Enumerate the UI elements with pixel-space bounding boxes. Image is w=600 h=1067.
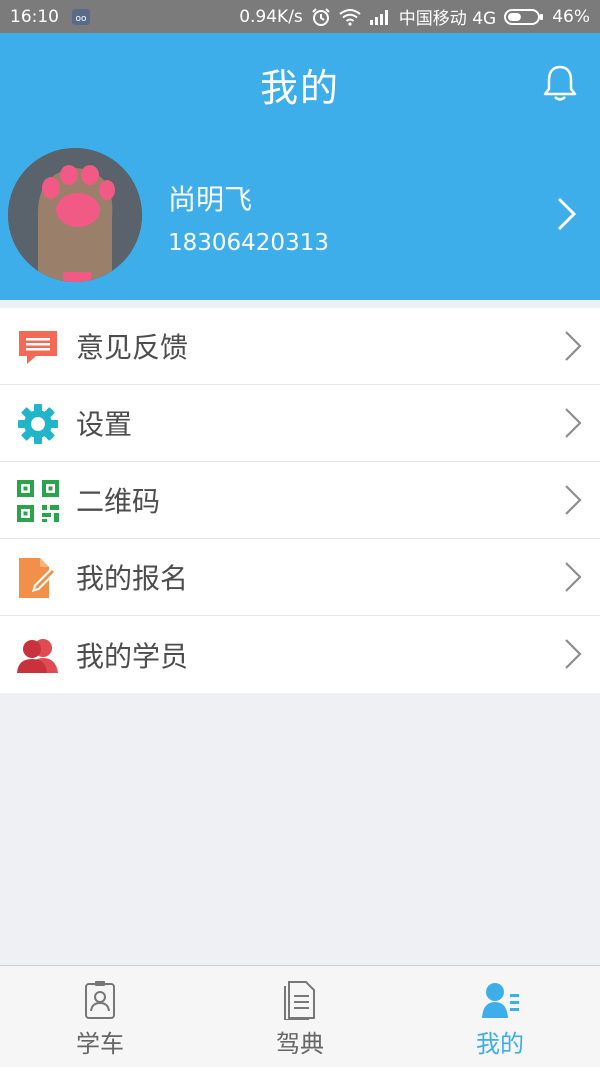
gear-icon	[16, 402, 60, 446]
bell-icon[interactable]	[542, 63, 578, 103]
students-icon	[16, 633, 60, 677]
svg-text:oo: oo	[75, 14, 87, 24]
chevron-right-icon	[564, 484, 582, 516]
tab-driving-guide[interactable]: 驾典	[200, 966, 400, 1067]
id-card-icon	[85, 981, 115, 1019]
net-speed: 0.94K/s	[239, 6, 303, 27]
menu-item-my-students[interactable]: 我的学员	[0, 616, 600, 693]
profile-row[interactable]: 尚明飞 18306420313	[0, 148, 600, 284]
status-time: 16:10	[10, 6, 59, 27]
page-title: 我的	[259, 66, 340, 110]
chevron-right-icon	[556, 196, 578, 232]
edit-form-icon	[16, 556, 60, 600]
menu-item-qr-code[interactable]: 二维码	[0, 462, 600, 539]
status-bar: 16:10 oo 0.94K/s 中国移动 4G 46%	[0, 0, 600, 33]
carrier-label: 中国移动 4G	[398, 9, 497, 29]
signal-icon	[369, 9, 391, 25]
avatar[interactable]	[8, 148, 142, 282]
menu-item-my-registration[interactable]: 我的报名	[0, 539, 600, 616]
user-name: 尚明飞	[168, 183, 253, 216]
bottom-navigation: 学车 驾典 我的	[0, 965, 600, 1067]
battery-icon	[504, 8, 544, 26]
user-phone: 18306420313	[168, 230, 329, 256]
menu-item-label: 我的报名	[76, 562, 189, 595]
tab-label: 学车	[76, 1030, 124, 1058]
tab-label: 驾典	[276, 1030, 324, 1058]
qr-code-icon	[16, 479, 60, 523]
chevron-right-icon	[564, 330, 582, 362]
menu-item-label: 意见反馈	[76, 331, 189, 364]
menu-item-feedback[interactable]: 意见反馈	[0, 308, 600, 385]
feedback-icon	[16, 325, 60, 369]
menu-item-label: 我的学员	[76, 639, 189, 673]
user-list-icon	[482, 983, 519, 1018]
notification-icon: oo	[71, 7, 91, 27]
battery-percent: 46%	[552, 6, 590, 27]
menu-item-settings[interactable]: 设置	[0, 385, 600, 462]
chevron-right-icon	[564, 407, 582, 439]
tab-label: 我的	[476, 1030, 524, 1058]
alarm-icon	[311, 7, 331, 27]
chevron-right-icon	[564, 561, 582, 593]
tab-mine[interactable]: 我的	[400, 966, 600, 1067]
document-icon	[284, 981, 315, 1020]
profile-header: 我的 尚明飞 18306420313	[0, 33, 600, 300]
menu-list: 意见反馈 设置 二维码 我的报名 我的学员	[0, 308, 600, 693]
menu-item-label: 二维码	[76, 485, 161, 518]
chevron-right-icon	[564, 638, 582, 670]
menu-item-label: 设置	[76, 408, 133, 441]
wifi-icon	[339, 8, 361, 26]
tab-learn-driving[interactable]: 学车	[0, 966, 200, 1067]
